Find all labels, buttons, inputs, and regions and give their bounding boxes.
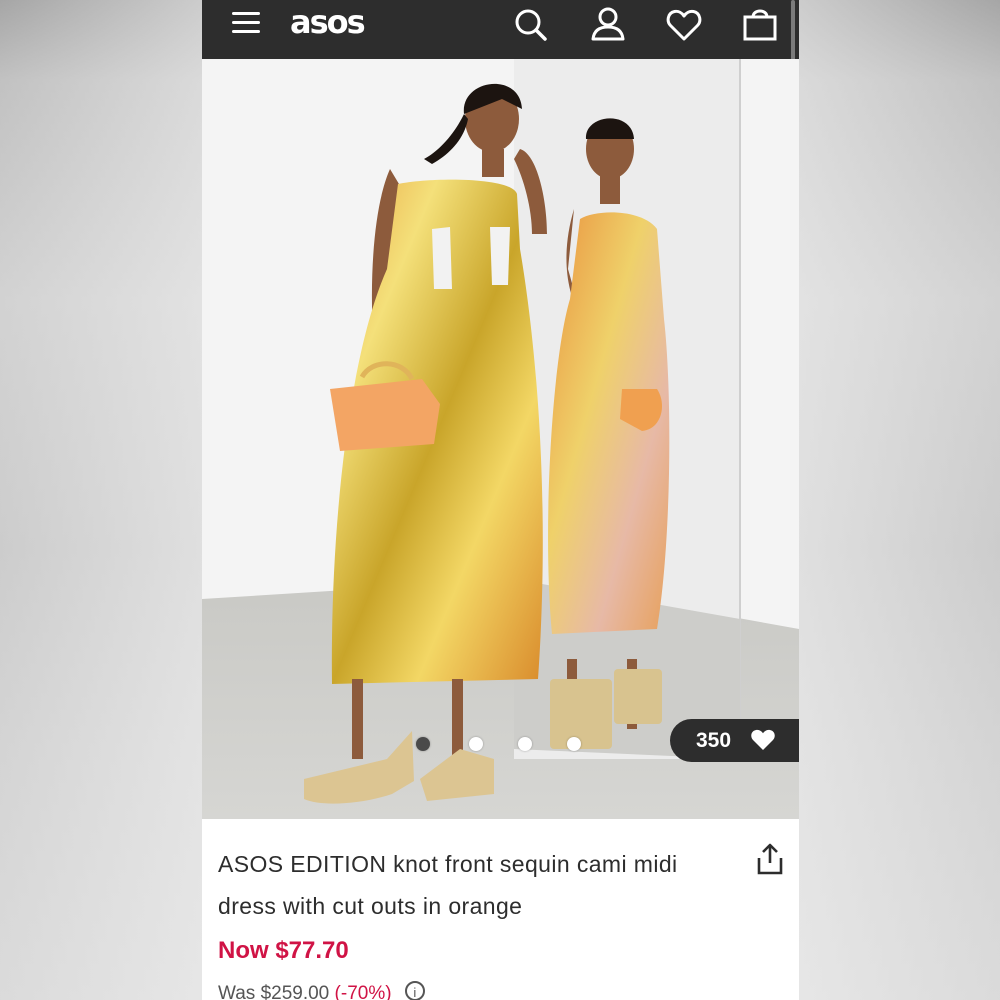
asos-logo[interactable]: asos	[290, 2, 366, 42]
pagination-dot[interactable]	[469, 737, 483, 751]
wishlist-heart-icon[interactable]	[666, 8, 702, 42]
background-blur-left	[0, 0, 202, 1000]
background-blur-right	[799, 0, 1000, 1000]
was-price: Was $259.00	[218, 983, 330, 1000]
discount-percent: (-70%)	[334, 983, 392, 1000]
heart-filled-icon	[751, 729, 775, 750]
product-info: ASOS EDITION knot front sequin cami midi…	[202, 819, 799, 1000]
info-icon[interactable]: i	[404, 981, 425, 1000]
account-icon[interactable]	[590, 6, 626, 42]
product-page: asos 350 ASOS EDITION knot front sequin …	[202, 0, 799, 1000]
saved-count-pill[interactable]: 350	[670, 719, 799, 762]
share-icon[interactable]	[756, 843, 784, 875]
search-icon[interactable]	[514, 8, 548, 42]
product-image[interactable]: 350	[202, 59, 799, 819]
top-navigation-bar: asos	[202, 0, 799, 59]
pagination-dot[interactable]	[518, 737, 532, 751]
previous-price: Was $259.00 (-70%) i	[218, 981, 425, 1000]
product-title: ASOS EDITION knot front sequin cami midi…	[218, 851, 678, 919]
saved-count: 350	[696, 729, 732, 752]
menu-icon[interactable]	[232, 10, 262, 36]
product-photo-illustration	[202, 59, 799, 819]
pagination-dot[interactable]	[416, 737, 430, 751]
pagination-dot[interactable]	[567, 737, 581, 751]
bag-icon[interactable]	[742, 6, 778, 42]
current-price: Now $77.70	[218, 937, 349, 964]
